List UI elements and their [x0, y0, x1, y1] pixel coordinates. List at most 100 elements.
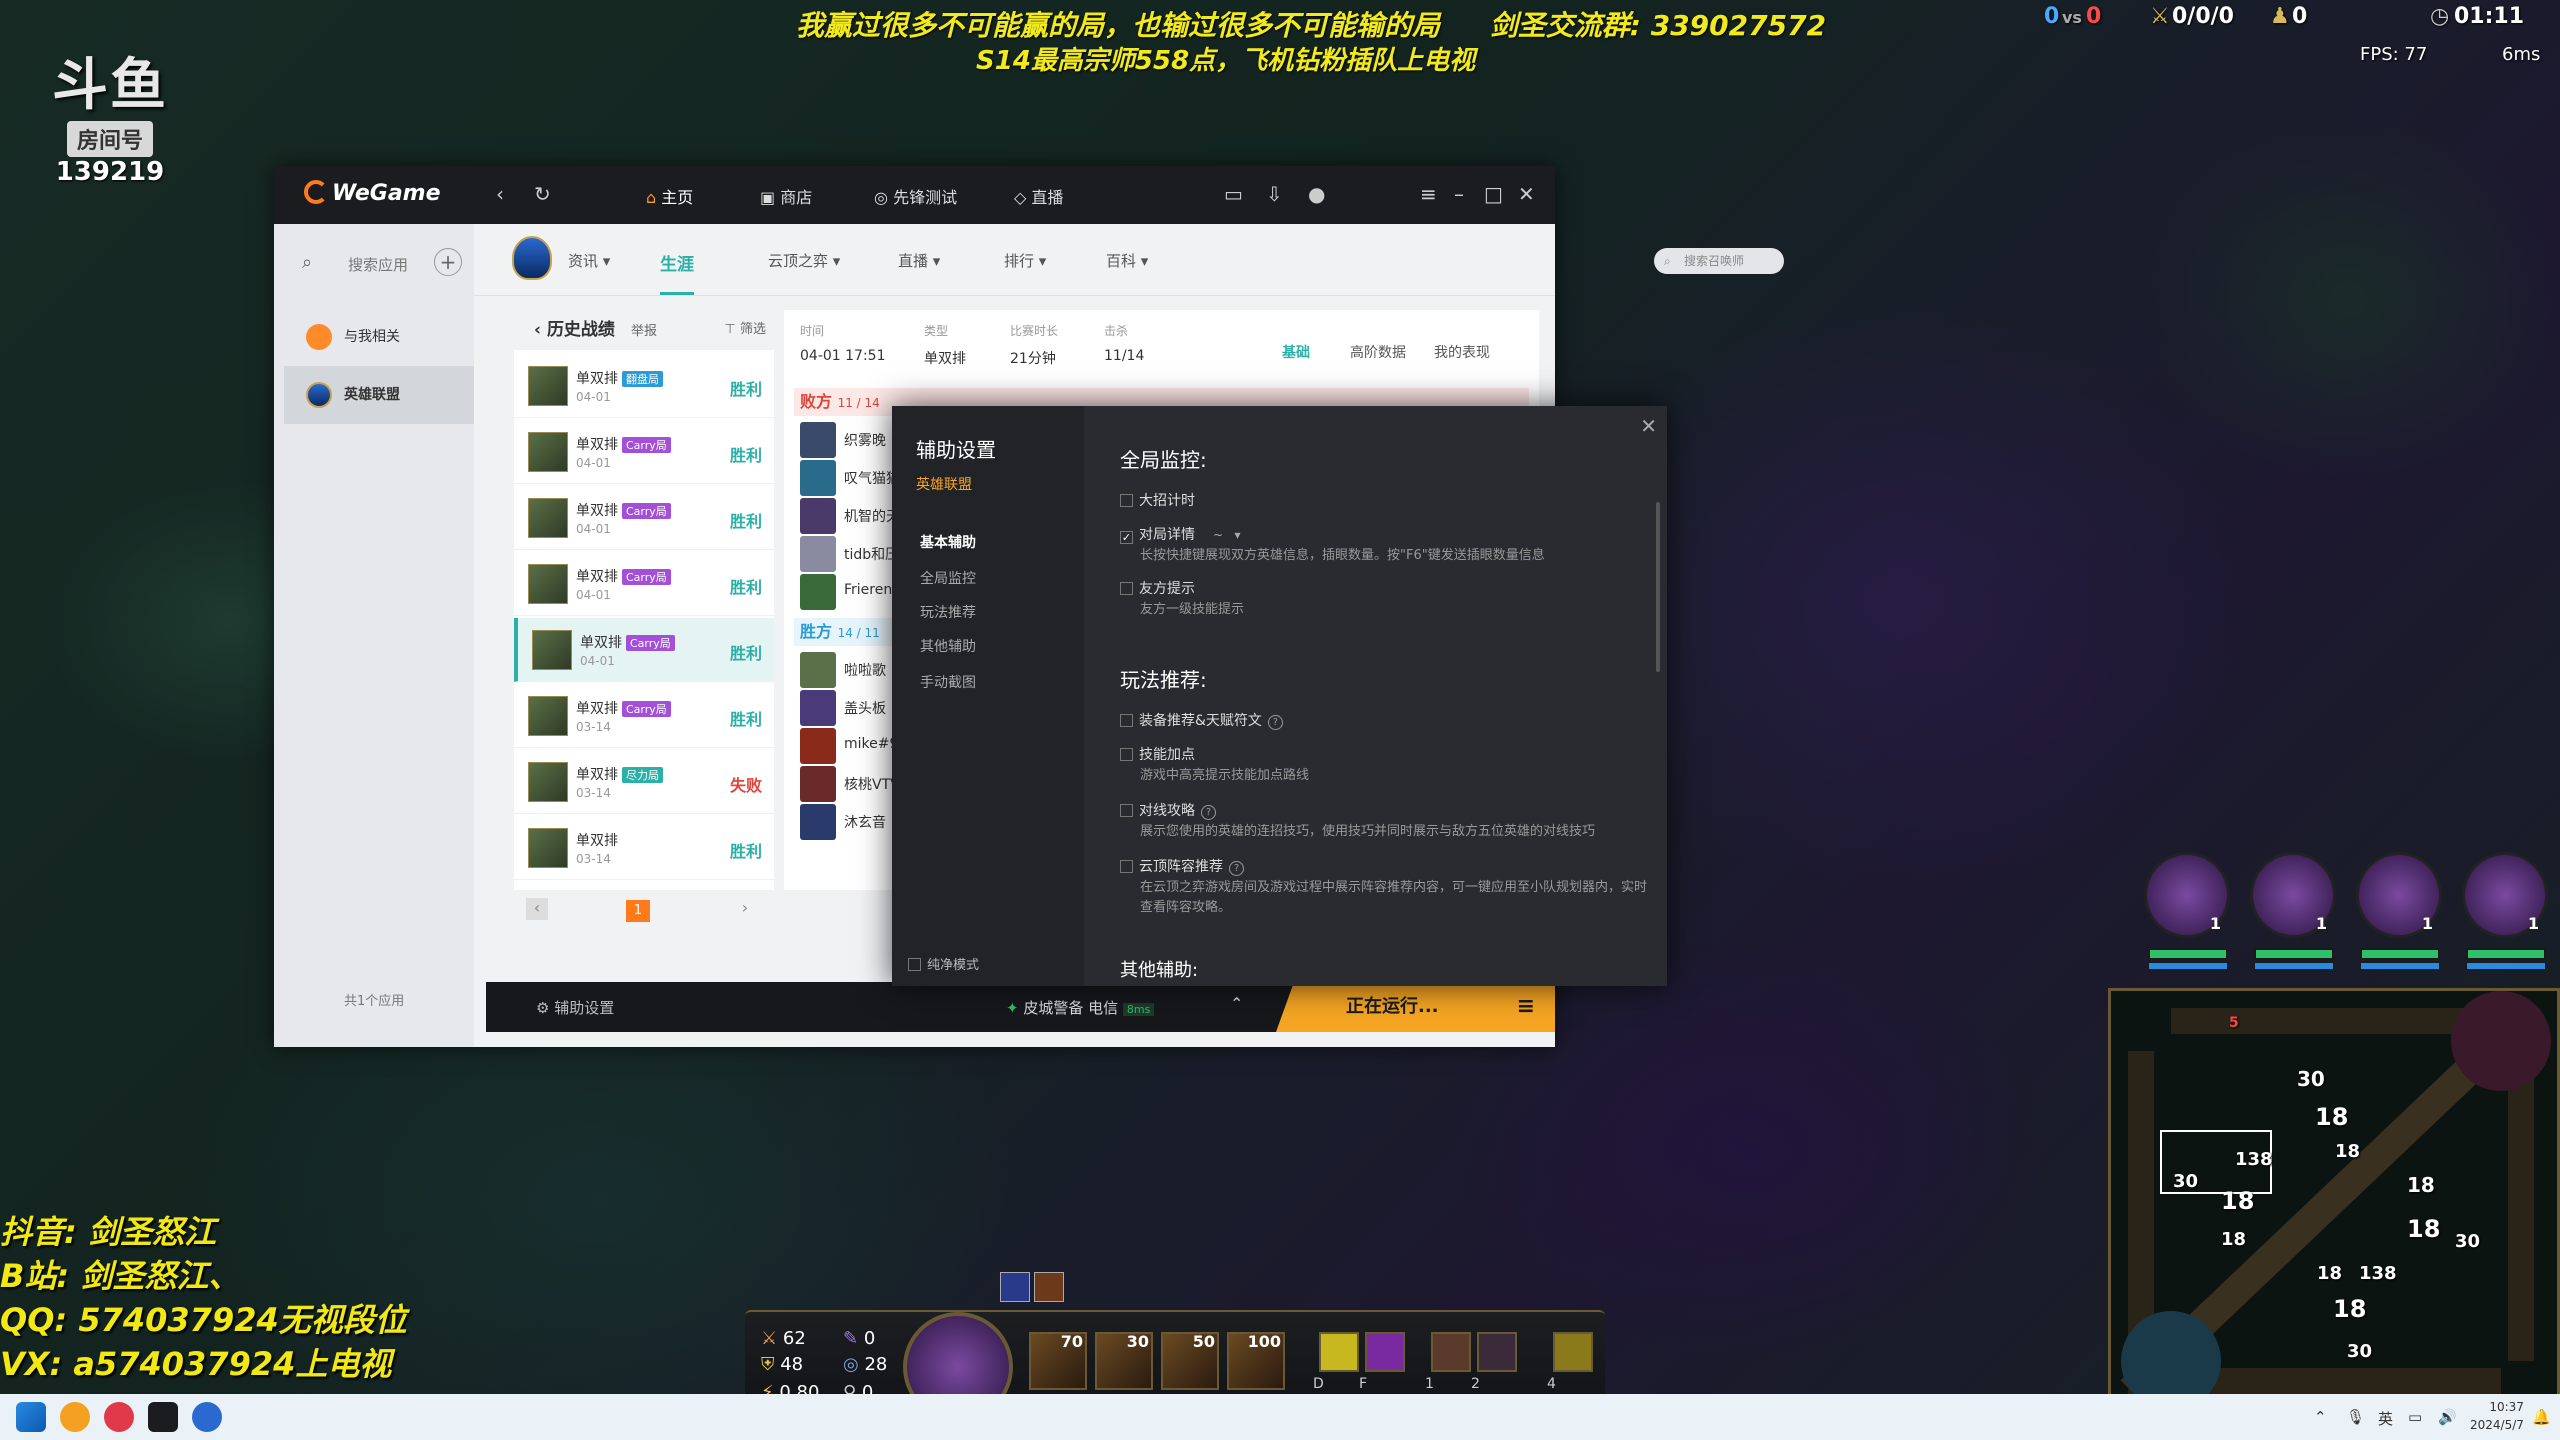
download-icon[interactable]: ⇩ — [1266, 182, 1283, 206]
ally-portrait[interactable]: 1 — [2250, 852, 2336, 938]
skill-e[interactable]: 50E — [1155, 1332, 1219, 1412]
sidebar-item-related[interactable]: 与我相关 — [284, 308, 474, 366]
aux-settings-button[interactable]: ⚙ 辅助设置 — [536, 997, 614, 1018]
item-slot[interactable]: 2 — [1471, 1332, 1517, 1392]
system-clock[interactable]: 10:37 2024/5/7 — [2470, 1398, 2524, 1434]
report-link[interactable]: 举报 — [631, 324, 657, 339]
ally-portrait[interactable]: 1 — [2144, 852, 2230, 938]
match-row[interactable]: 单双排 Carry局 04-01 胜利 — [514, 486, 774, 550]
mic-icon[interactable]: 🎙 — [2346, 1408, 2365, 1426]
wegame-logo[interactable]: WeGame — [304, 180, 441, 206]
ime-lang[interactable]: 英 — [2378, 1408, 2393, 1429]
nav-pioneer[interactable]: ◎ 先锋测试 — [874, 184, 957, 208]
minimize-icon[interactable]: – — [1454, 182, 1464, 206]
next-page-button[interactable]: › — [734, 898, 756, 920]
option-match-detail[interactable]: ✓ 对局详情 ~ ▾ — [1120, 524, 1241, 544]
tab-label: 排行 — [1004, 252, 1035, 270]
sidebar-item-lol[interactable]: 英雄联盟 — [284, 366, 474, 424]
netease-icon[interactable] — [104, 1402, 134, 1432]
lol-taskbar-icon[interactable] — [192, 1402, 222, 1432]
ally-portrait[interactable]: 1 — [2462, 852, 2548, 938]
running-button[interactable]: 正在运行... ≡ — [1276, 982, 1555, 1032]
back-chevron-icon[interactable]: ‹ — [534, 320, 547, 340]
app-search-input[interactable]: 搜索应用 — [348, 254, 408, 275]
tab-my-performance[interactable]: 我的表现 — [1434, 342, 1490, 362]
option-ult-timer[interactable]: 大招计时 — [1120, 490, 1195, 510]
tab-rank[interactable]: 排行 ▾ — [1004, 250, 1046, 271]
tab-career[interactable]: 生涯 — [660, 250, 694, 295]
help-icon[interactable]: ? — [1229, 861, 1244, 876]
chevron-up-icon[interactable]: ⌃ — [2314, 1408, 2327, 1426]
help-icon[interactable]: ? — [1267, 715, 1283, 730]
champion-avatar — [528, 762, 568, 802]
page-current[interactable]: 1 — [626, 900, 650, 922]
dialog-close-icon[interactable]: ✕ — [1640, 414, 1657, 438]
tab-wiki[interactable]: 百科 ▾ — [1106, 250, 1148, 271]
start-icon[interactable] — [16, 1402, 46, 1432]
tab-advanced[interactable]: 高阶数据 — [1350, 342, 1406, 362]
match-row-selected[interactable]: 单双排 Carry局 04-01 胜利 — [514, 618, 774, 682]
nav-home[interactable]: ⌂ 主页 — [646, 184, 693, 208]
option-build-recommend[interactable]: 装备推荐&天赋符文? — [1120, 710, 1283, 730]
camp-timer: 18 — [2221, 1187, 2255, 1215]
app-icon[interactable] — [60, 1402, 90, 1432]
match-row[interactable]: 单双排 尽力局 03-14 失败 — [514, 750, 774, 814]
dialog-nav-basic[interactable]: 基本辅助 — [920, 532, 976, 552]
option-tft-comps[interactable]: 云顶阵容推荐? — [1120, 856, 1244, 876]
dialog-nav-gameplay[interactable]: 玩法推荐 — [920, 602, 976, 622]
dialog-nav-monitor[interactable]: 全局监控 — [920, 568, 976, 588]
ally-mana-bar — [2466, 962, 2546, 970]
summoner-search-input[interactable]: ⌕ 搜索召唤师 — [1654, 248, 1784, 274]
option-skill-order[interactable]: 技能加点 — [1120, 744, 1195, 764]
summoner-d[interactable]: D — [1313, 1332, 1359, 1392]
item-slot[interactable]: 1 — [1425, 1332, 1471, 1392]
skill-q[interactable]: 70Q — [1023, 1332, 1087, 1412]
match-row[interactable]: 单双排 Carry局 04-01 胜利 — [514, 552, 774, 616]
skill-r[interactable]: 100R — [1221, 1332, 1285, 1412]
chevron-up-icon[interactable]: ⌃ — [1230, 994, 1243, 1013]
avatar[interactable]: ● — [1308, 182, 1325, 206]
refresh-icon[interactable]: ↻ — [534, 182, 551, 206]
option-lane-guide[interactable]: 对线攻略? — [1120, 800, 1216, 820]
match-row[interactable]: 单双排 Carry局 04-01 胜利 — [514, 420, 774, 484]
wegame-icon[interactable] — [148, 1402, 178, 1432]
volume-icon[interactable]: 🔊 — [2438, 1408, 2457, 1426]
tab-live[interactable]: 直播 ▾ — [898, 250, 940, 271]
dialog-scrollbar[interactable] — [1656, 502, 1660, 672]
hotkey-select[interactable]: ~ ▾ — [1213, 528, 1241, 542]
dialog-nav-screenshot[interactable]: 手动截图 — [920, 672, 976, 692]
prev-page-button[interactable]: ‹ — [526, 898, 548, 920]
option-desc: 游戏中高亮提示技能加点路线 — [1140, 768, 1310, 783]
filter-button[interactable]: ⊤ 筛选 — [725, 310, 766, 350]
add-app-button[interactable]: + — [434, 248, 462, 276]
bell-icon[interactable]: 🔔 — [2532, 1408, 2551, 1426]
red-kills: 0 — [2086, 4, 2102, 29]
tab-news[interactable]: 资讯 ▾ — [568, 250, 610, 271]
dialog-nav-other[interactable]: 其他辅助 — [920, 636, 976, 656]
minimap[interactable]: 30 18 18 138 18 30 18 18 18 30 18 138 18… — [2108, 988, 2560, 1408]
close-icon[interactable]: ✕ — [1518, 182, 1535, 206]
match-row[interactable]: 单双排 Carry局 03-14 胜利 — [514, 684, 774, 748]
network-icon[interactable]: ▭ — [2408, 1408, 2422, 1426]
ally-portrait[interactable]: 1 — [2356, 852, 2442, 938]
folder-icon[interactable]: ▭ — [1224, 182, 1243, 206]
back-icon[interactable]: ‹ — [496, 182, 504, 206]
menu-icon[interactable]: ≡ — [1517, 982, 1535, 1032]
lol-logo[interactable] — [512, 236, 552, 280]
pure-mode-toggle[interactable]: 纯净模式 — [908, 954, 979, 973]
summoner-f[interactable]: F — [1359, 1332, 1405, 1392]
match-row[interactable]: 单双排 翻盘局 04-01 胜利 — [514, 354, 774, 418]
match-row[interactable]: 单双排 03-14 胜利 — [514, 816, 774, 880]
maximize-icon[interactable]: □ — [1484, 182, 1503, 206]
ping-readout: 6ms — [2502, 44, 2541, 65]
trinket-slot[interactable]: 4 — [1547, 1332, 1593, 1392]
tab-basic[interactable]: 基础 — [1282, 342, 1310, 362]
server-status[interactable]: ✦ 皮城警备 电信 8ms — [1006, 997, 1155, 1018]
nav-store[interactable]: ▣ 商店 — [760, 184, 812, 208]
skill-w[interactable]: 30W — [1089, 1332, 1153, 1412]
menu-icon[interactable]: ≡ — [1420, 182, 1437, 206]
nav-live[interactable]: ◇ 直播 — [1014, 184, 1063, 208]
tab-tft[interactable]: 云顶之弈 ▾ — [768, 250, 840, 271]
option-ally-hint[interactable]: 友方提示 — [1120, 578, 1195, 598]
help-icon[interactable]: ? — [1201, 805, 1216, 820]
